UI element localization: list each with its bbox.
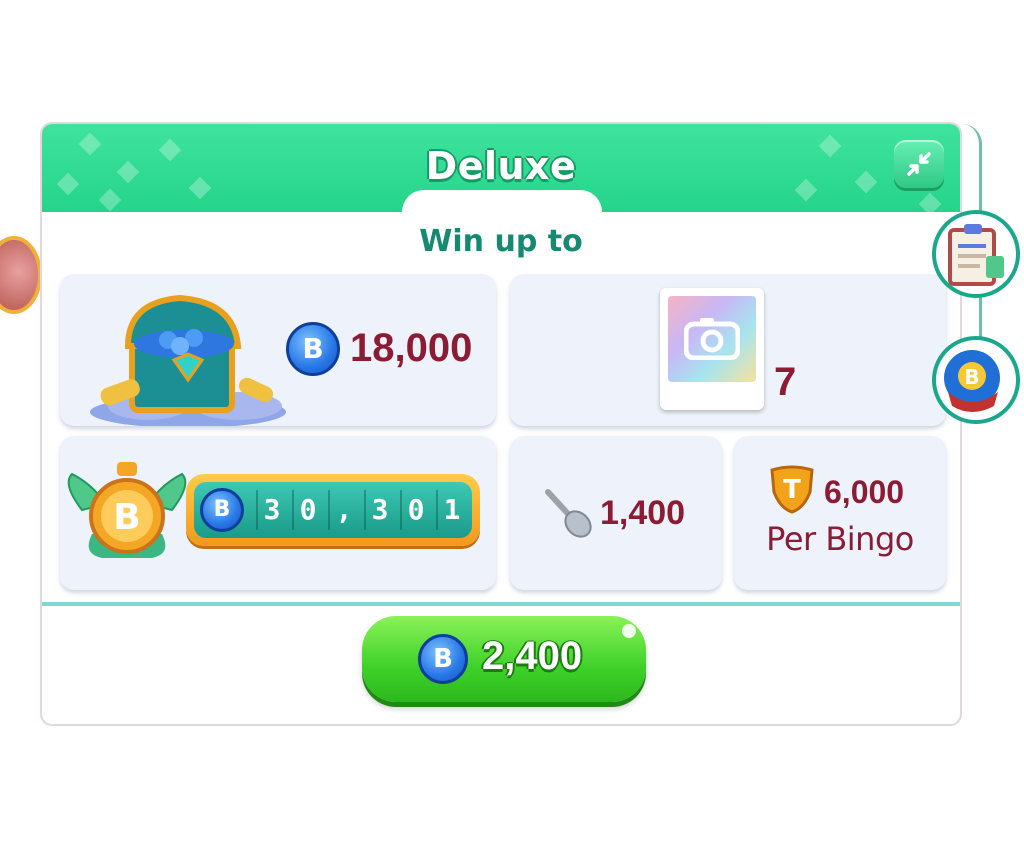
t-shield-token-icon: T	[770, 465, 814, 514]
jackpot-counter: B 3 0 , 3 0 1	[186, 474, 480, 546]
win-up-to-label: Win up to	[419, 224, 583, 259]
counter-digit: 0	[292, 490, 322, 530]
collapse-arrows-icon	[907, 152, 931, 176]
photo-reward-value: 7	[774, 360, 797, 404]
bingo-ball-icon: B	[944, 350, 1000, 412]
token-reward-caption: Per Bingo	[766, 520, 914, 558]
footer-divider	[42, 602, 960, 606]
svg-text:T: T	[783, 475, 801, 505]
collapse-button[interactable]	[894, 140, 944, 188]
coins-reward-value: 18,000	[350, 326, 473, 370]
clipboard-icon	[948, 224, 1004, 286]
left-edge-icon	[0, 236, 42, 314]
token-reward-value: 6,000	[824, 474, 905, 510]
spoon-icon	[545, 489, 592, 538]
svg-text:B: B	[964, 365, 979, 389]
reward-card-counter: B B 3 0 , 3 0 1	[60, 436, 496, 590]
counter-digit: 0	[400, 490, 430, 530]
clipboard-button[interactable]	[932, 210, 1020, 298]
counter-digit: 3	[364, 490, 394, 530]
svg-text:B: B	[113, 497, 140, 538]
counter-digit: 3	[256, 490, 286, 530]
spoon-reward-value: 1,400	[600, 494, 686, 532]
counter-digit: ,	[328, 490, 358, 530]
bingo-coin-icon: B	[418, 634, 468, 684]
reward-card-coins: B 18,000	[60, 274, 496, 428]
page-title: Deluxe	[425, 144, 577, 188]
buy-button-label: 2,400	[482, 634, 583, 678]
deluxe-panel: Deluxe Win up to B 18,000 7 B B 3 0 , 3 …	[40, 122, 962, 726]
reward-card-photo: 7	[510, 274, 946, 426]
header-notch	[402, 190, 602, 220]
reward-card-token: T 6,000 Per Bingo	[734, 436, 946, 590]
winged-b-medal-icon: B	[62, 454, 192, 564]
treasure-chest-icon	[88, 288, 288, 428]
camera-photo-card-icon	[660, 288, 764, 410]
bingo-coin-icon: B	[286, 322, 340, 376]
buy-button[interactable]: B 2,400	[362, 616, 646, 702]
counter-digit: 1	[436, 490, 466, 530]
bingo-ball-button[interactable]: B	[932, 336, 1020, 424]
bingo-coin-icon: B	[200, 488, 244, 532]
reward-card-spoon: 1,400	[510, 436, 722, 590]
